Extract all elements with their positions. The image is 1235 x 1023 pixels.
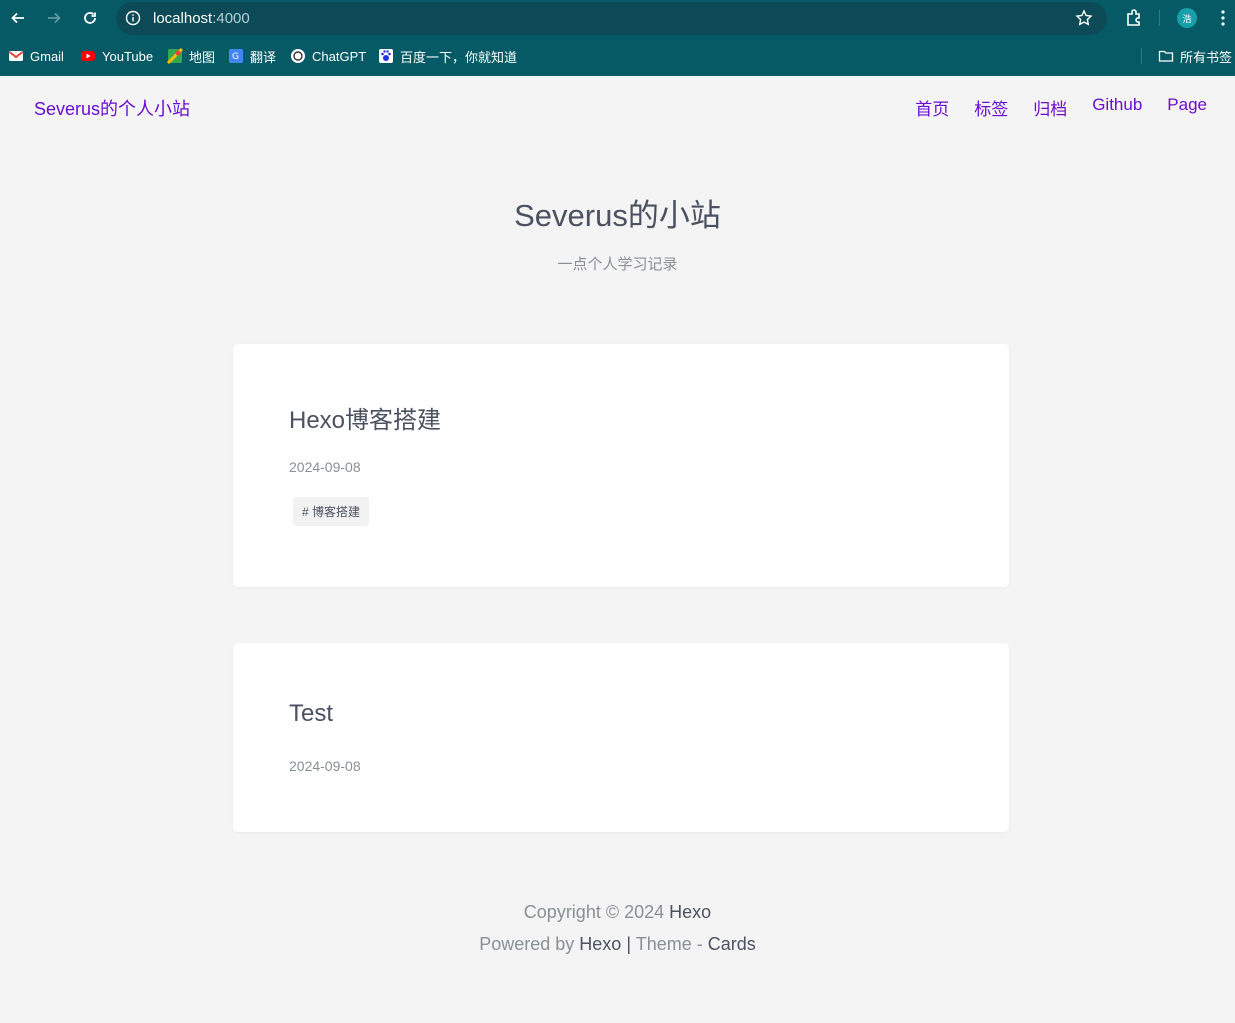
bookmark-youtube[interactable]: YouTube [80, 46, 153, 66]
more-vert-icon [1221, 10, 1225, 26]
forward-arrow-icon [48, 12, 61, 24]
reload-icon [84, 12, 96, 24]
extensions-icon[interactable] [1124, 8, 1144, 28]
nav-home[interactable]: 首页 [915, 95, 949, 120]
maps-icon [167, 48, 183, 64]
site-nav: 首页 标签 归档 Github Page [915, 95, 1207, 120]
toolbar-divider [1159, 10, 1160, 26]
bookmark-gmail[interactable]: Gmail [8, 46, 64, 66]
nav-archives[interactable]: 归档 [1033, 95, 1067, 120]
powered-by-text: Powered by [479, 934, 575, 954]
post-tag[interactable]: # 博客搭建 [293, 497, 370, 526]
post-date: 2024-09-08 [289, 459, 361, 475]
browser-toolbar: localhost:4000 浩 [0, 0, 1235, 36]
copyright-name: Hexo [669, 902, 712, 922]
site-logo-link[interactable]: Severus的个人小站 [34, 95, 190, 121]
baidu-icon [379, 49, 393, 63]
bookmark-translate[interactable]: G 翻译 [228, 46, 276, 66]
nav-github[interactable]: Github [1092, 95, 1142, 120]
site-header: Severus的个人小站 首页 标签 归档 Github Page [0, 76, 1235, 136]
profile-avatar[interactable]: 浩 [1177, 8, 1197, 28]
bookmark-label: 地图 [189, 49, 216, 65]
youtube-icon [81, 51, 95, 61]
reload-button[interactable] [80, 8, 100, 28]
back-button[interactable] [8, 8, 28, 28]
post-date: 2024-09-08 [289, 758, 361, 774]
page-subtitle: 一点个人学习记录 [557, 256, 678, 273]
page-title: Severus的小站 [514, 198, 721, 233]
url-host: localhost [153, 10, 213, 27]
bookmark-label: Gmail [30, 48, 64, 64]
bookmark-maps[interactable]: 地图 [167, 46, 215, 66]
bookmark-star-icon[interactable] [1075, 9, 1093, 27]
bookmark-chatgpt[interactable]: ChatGPT [290, 46, 366, 66]
hexo-link[interactable]: Hexo [579, 934, 621, 954]
footer-copyright: Copyright © 2024 Hexo [0, 902, 1235, 923]
footer-powered: Powered by Hexo | Theme - Cards [0, 934, 1235, 955]
bookmark-label: ChatGPT [312, 48, 367, 64]
folder-icon [1158, 50, 1174, 62]
site-info-icon[interactable] [125, 10, 141, 26]
gmail-icon [8, 51, 24, 61]
bookmark-label: 翻译 [250, 49, 277, 65]
all-bookmarks-button[interactable]: 所有书签 [1158, 46, 1232, 66]
nav-page[interactable]: Page [1167, 95, 1207, 120]
post-card: Hexo博客搭建 2024-09-08 # 博客搭建 [233, 344, 1009, 587]
back-arrow-icon [11, 12, 24, 24]
chatgpt-icon [291, 49, 305, 63]
bookmark-baidu[interactable]: 百度一下，你就知道 [378, 46, 517, 66]
address-bar[interactable]: localhost:4000 [116, 2, 1107, 35]
browser-chrome: localhost:4000 浩 Gmail YouTube 地图 G 翻译 C… [0, 0, 1235, 76]
url-text[interactable]: localhost:4000 [153, 10, 250, 27]
post-card: Test 2024-09-08 [233, 643, 1009, 832]
bookmarks-bar: Gmail YouTube 地图 G 翻译 ChatGPT 百度一下，你就知道 … [0, 44, 1235, 68]
post-title-link[interactable]: Test [289, 700, 333, 728]
browser-menu-button[interactable] [1215, 8, 1231, 28]
forward-button[interactable] [44, 8, 64, 28]
svg-text:G: G [232, 52, 239, 62]
bookmarks-divider [1141, 48, 1142, 64]
all-bookmarks-label: 所有书签 [1180, 49, 1233, 65]
nav-tags[interactable]: 标签 [974, 95, 1008, 120]
url-port: :4000 [212, 10, 250, 27]
translate-icon: G [229, 49, 243, 63]
post-title-link[interactable]: Hexo博客搭建 [289, 400, 441, 435]
theme-text: Theme - [635, 934, 703, 954]
footer-divider: | [626, 934, 632, 954]
bookmark-label: YouTube [102, 48, 154, 64]
copyright-text: Copyright © 2024 [523, 902, 665, 922]
bookmark-label: 百度一下，你就知道 [400, 49, 518, 65]
theme-link[interactable]: Cards [708, 934, 756, 954]
